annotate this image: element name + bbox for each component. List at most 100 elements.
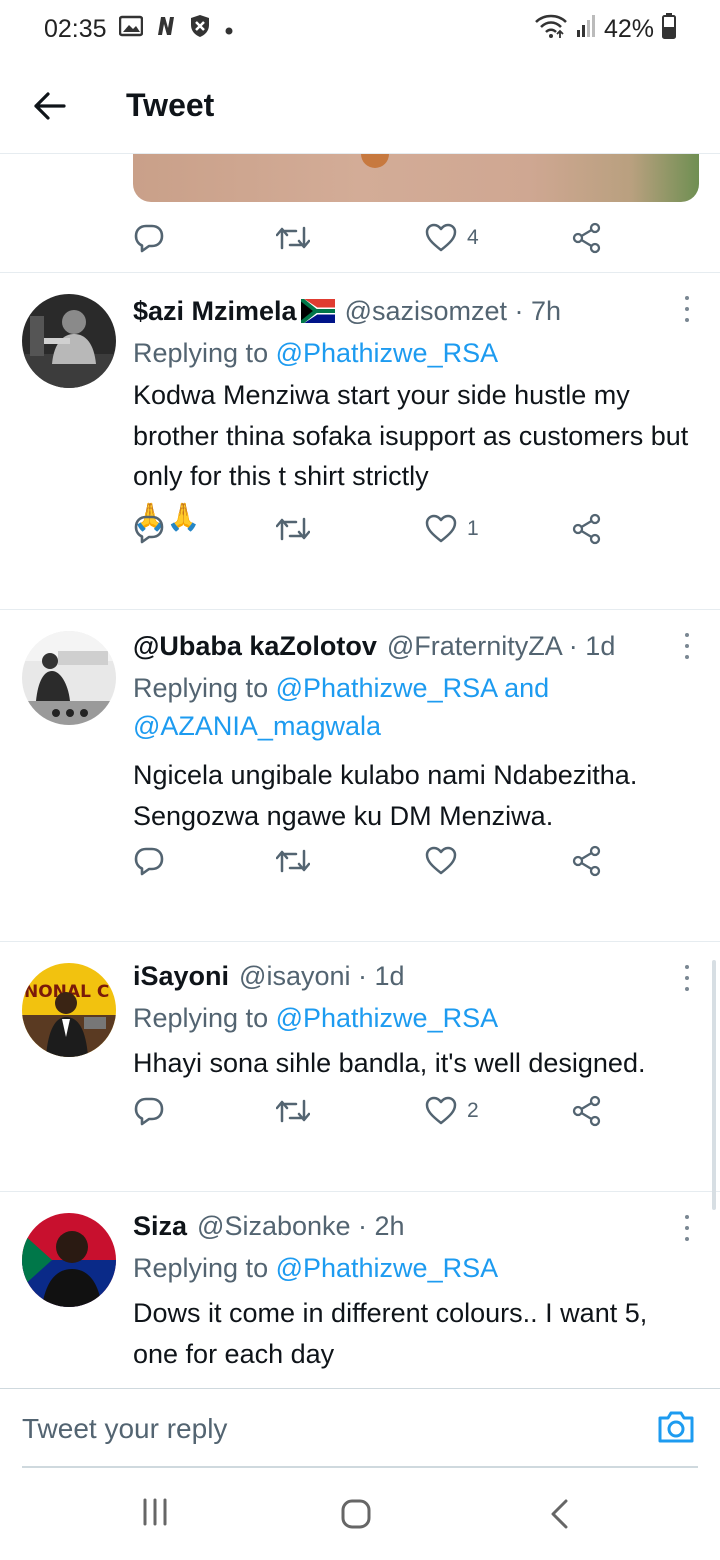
tweet-actions: 1: [133, 509, 613, 549]
shield-icon: [189, 14, 211, 45]
mention-link[interactable]: @Phathizwe_RSA: [276, 338, 499, 368]
like-count: 2: [467, 1099, 479, 1122]
like-count: 1: [467, 517, 479, 540]
avatar[interactable]: [22, 294, 116, 388]
replying-to: Replying to @Phathizwe_RSA: [133, 999, 699, 1037]
replying-to-label: Replying to: [133, 338, 276, 368]
retweet-icon: [276, 517, 310, 541]
share-button[interactable]: [571, 1091, 603, 1131]
reply-button[interactable]: [133, 841, 165, 881]
reply-composer[interactable]: Tweet your reply: [0, 1388, 720, 1468]
share-button[interactable]: [571, 841, 603, 881]
camera-icon[interactable]: [656, 1409, 696, 1450]
more-options-icon[interactable]: [682, 631, 692, 661]
reply-icon: [134, 515, 164, 544]
system-nav-bar: [0, 1468, 720, 1560]
reply-input[interactable]: Tweet your reply: [22, 1413, 227, 1445]
display-name[interactable]: @Ubaba kaZolotov: [133, 627, 377, 665]
retweet-button[interactable]: [276, 841, 310, 881]
back-icon[interactable]: [548, 1498, 570, 1535]
tweet-actions: [133, 841, 613, 881]
status-bar: 02:35 42%: [0, 0, 720, 58]
back-button[interactable]: [0, 58, 100, 154]
flag-icon: [300, 299, 335, 323]
share-icon: [572, 845, 601, 877]
reply-icon: [134, 224, 164, 253]
page-title: Tweet: [126, 87, 215, 123]
tweet-card[interactable]: Siza @Sizabonke · 2h Replying to @Phathi…: [0, 1191, 720, 1388]
mention-link[interactable]: @Phathizwe_RSA: [276, 1253, 499, 1283]
reply-button[interactable]: [133, 1091, 165, 1131]
retweet-button[interactable]: [276, 509, 310, 549]
tweet-text: Ngicela ungibale kulabo nami Ndabezitha.…: [133, 760, 638, 831]
avatar[interactable]: [22, 1213, 116, 1307]
tweet-text-body: Kodwa Menziwa start your side hustle my …: [133, 380, 689, 491]
tweet-header: @Ubaba kaZolotov @FraternityZA · 1d: [133, 627, 699, 665]
retweet-icon: [276, 226, 310, 250]
tweet-card[interactable]: @Ubaba kaZolotov @FraternityZA · 1d Repl…: [0, 609, 720, 941]
battery-icon: [662, 12, 676, 46]
reply-button[interactable]: [133, 218, 165, 258]
tweet-header: $azi Mzimela @sazisomzet · 7h: [133, 292, 699, 330]
status-time: 02:35: [44, 14, 107, 43]
replying-to-label: Replying to: [133, 1003, 276, 1033]
reply-icon: [134, 1097, 164, 1126]
netflix-icon: [155, 15, 177, 44]
tweet-text: Dows it come in different colours.. I wa…: [133, 1298, 648, 1369]
share-icon: [572, 1095, 601, 1127]
replying-to-label: Replying to: [133, 673, 276, 703]
share-icon: [572, 222, 601, 254]
tweet-card[interactable]: NONAL C iSayoni @isayoni · 1d Replying t…: [0, 941, 720, 1191]
share-icon: [572, 513, 601, 545]
share-button[interactable]: [571, 509, 603, 549]
more-options-icon[interactable]: [682, 294, 692, 324]
avatar[interactable]: [22, 631, 116, 725]
retweet-button[interactable]: [276, 1091, 310, 1131]
gallery-icon: [118, 15, 143, 44]
top-tweet-actions: 4: [133, 218, 613, 258]
heart-icon: [425, 223, 457, 252]
home-icon[interactable]: [340, 1498, 372, 1535]
mention-link[interactable]: @Phathizwe_RSA: [276, 1003, 499, 1033]
replying-to: Replying to @Phathizwe_RSA and @AZANIA_m…: [133, 669, 699, 745]
battery-percent: 42%: [603, 14, 654, 43]
wifi-icon: [534, 13, 568, 46]
display-name[interactable]: iSayoni: [133, 957, 229, 995]
like-button[interactable]: 2: [425, 1091, 479, 1131]
reply-button[interactable]: [133, 509, 165, 549]
arrow-left-icon: [34, 91, 66, 120]
app-bar: Tweet: [0, 58, 720, 154]
tweet-text: Hhayi sona sihle bandla, it's well desig…: [133, 1048, 646, 1078]
heart-icon: [425, 514, 457, 543]
tweet-header: Siza @Sizabonke · 2h: [133, 1207, 699, 1245]
like-button[interactable]: 4: [425, 218, 479, 258]
like-button[interactable]: [425, 841, 467, 881]
handle-time: @Sizabonke · 2h: [197, 1211, 405, 1241]
reply-icon: [134, 847, 164, 876]
retweet-button[interactable]: [276, 218, 310, 258]
more-options-icon[interactable]: [682, 1213, 692, 1243]
tweet-card[interactable]: $azi Mzimela @sazisomzet · 7h Replying t…: [0, 272, 720, 609]
tweet-header: iSayoni @isayoni · 1d: [133, 957, 699, 995]
scrollbar[interactable]: [712, 960, 716, 1210]
share-button[interactable]: [571, 218, 603, 258]
dot-icon: [223, 15, 235, 44]
recents-icon[interactable]: [140, 1498, 170, 1531]
handle-time: @sazisomzet · 7h: [344, 296, 562, 326]
display-name[interactable]: $azi Mzimela: [133, 292, 297, 330]
signal-icon: [576, 14, 596, 45]
avatar[interactable]: NONAL C: [22, 963, 116, 1057]
tweet-media-image[interactable]: [133, 154, 699, 202]
tweet-thread[interactable]: 4 $azi Mzimela @sazisomzet · 7h Replying…: [0, 154, 720, 1388]
replying-to: Replying to @Phathizwe_RSA: [133, 1249, 699, 1287]
display-name[interactable]: Siza: [133, 1207, 187, 1245]
handle-time: @FraternityZA · 1d: [386, 631, 616, 661]
retweet-icon: [276, 849, 310, 873]
retweet-icon: [276, 1099, 310, 1123]
like-count: 4: [467, 226, 479, 249]
heart-icon: [425, 1096, 457, 1125]
more-options-icon[interactable]: [682, 963, 692, 993]
like-button[interactable]: 1: [425, 509, 479, 549]
tweet-actions: 2: [133, 1091, 613, 1131]
heart-icon: [425, 846, 457, 875]
